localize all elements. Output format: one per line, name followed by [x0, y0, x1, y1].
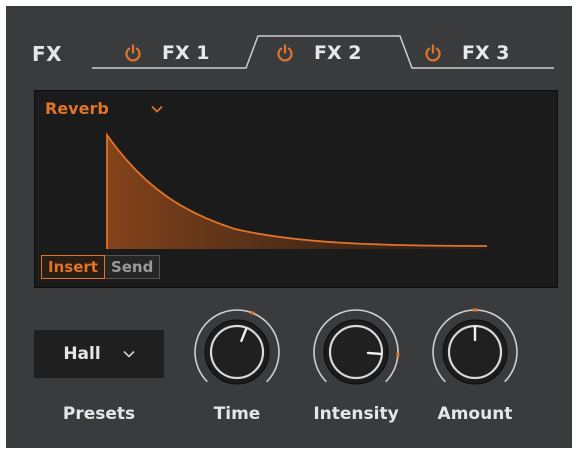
knob-ring — [328, 324, 384, 380]
tab-label: FX 3 — [462, 42, 510, 64]
tab-fx3[interactable]: FX 3 — [424, 36, 509, 70]
preset-dropdown[interactable]: Hall — [34, 330, 164, 378]
fx-display: Reverb Insert Send — [34, 90, 558, 288]
effect-name: Reverb — [45, 99, 109, 118]
knob-value-marker — [249, 310, 256, 316]
fx-panel: FX FX 1 FX 2 FX 3 Reverb Insert Send Hal… — [6, 6, 572, 448]
time-knob[interactable] — [189, 304, 285, 400]
insert-send-switch: Insert Send — [41, 255, 161, 279]
power-icon[interactable] — [276, 44, 294, 62]
intensity-label: Intensity — [313, 404, 399, 424]
knob-ring — [209, 324, 265, 380]
send-button[interactable]: Send — [104, 255, 161, 279]
envelope-fill — [107, 135, 487, 249]
knob-pointer — [366, 351, 383, 356]
effect-type-dropdown[interactable]: Reverb — [45, 99, 163, 118]
power-icon[interactable] — [124, 44, 142, 62]
tab-fx1[interactable]: FX 1 — [124, 36, 209, 70]
chevron-down-icon — [123, 350, 135, 358]
knob-graphic — [194, 309, 280, 385]
time-label: Time — [213, 404, 261, 424]
knob-graphic — [313, 309, 400, 385]
power-icon[interactable] — [424, 44, 442, 62]
intensity-knob[interactable] — [308, 304, 404, 400]
amount-label: Amount — [437, 404, 513, 424]
presets-label: Presets — [62, 404, 136, 424]
tab-label: FX 1 — [162, 42, 210, 64]
preset-value: Hall — [63, 344, 101, 364]
amount-knob[interactable] — [427, 304, 523, 400]
chevron-down-icon — [151, 105, 163, 113]
tab-fx2[interactable]: FX 2 — [276, 36, 361, 70]
tab-label: FX 2 — [314, 42, 362, 64]
insert-button[interactable]: Insert — [41, 255, 105, 279]
knob-graphic — [432, 308, 518, 385]
